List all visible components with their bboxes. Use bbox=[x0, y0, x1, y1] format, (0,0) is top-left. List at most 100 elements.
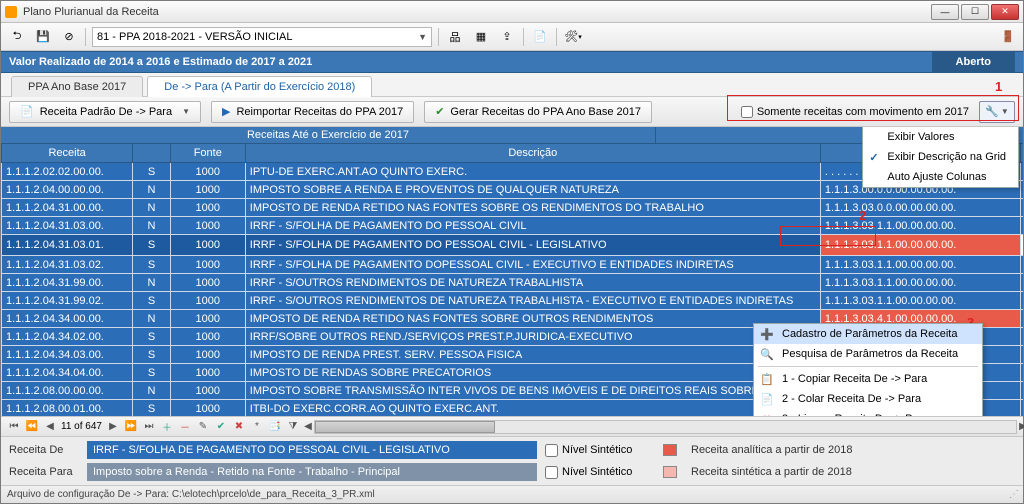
pager-edit[interactable]: ✎ bbox=[196, 420, 210, 434]
cell[interactable]: 1.1.1.2.04.31.99.02. bbox=[2, 292, 133, 310]
pager-add[interactable]: ＋ bbox=[160, 420, 174, 434]
cell[interactable]: IMPOSTO DE RENDA RETIDO NAS FONTES SOBRE… bbox=[245, 310, 820, 328]
scroll-left[interactable]: ◀ bbox=[301, 420, 315, 434]
tab-ppa-ano-base[interactable]: PPA Ano Base 2017 bbox=[11, 76, 143, 97]
cell[interactable]: ITBI-DO EXERC.CORR.AO QUINTO EXERC.ANT. bbox=[245, 400, 820, 417]
cell[interactable]: 1.1.1.2.04.34.00.00. bbox=[2, 310, 133, 328]
pager-filter[interactable]: ⧩ bbox=[286, 420, 300, 434]
context-menu[interactable]: ➕ Cadastro de Parâmetros da Receita 🔍 Pe… bbox=[753, 323, 983, 416]
maximize-button[interactable]: ☐ bbox=[961, 4, 989, 20]
save-icon[interactable]: 💾 bbox=[33, 27, 53, 47]
cell[interactable]: 1.1.1.2.04.31.99.00. bbox=[2, 274, 133, 292]
cell[interactable]: 1.1.1.2.04.31.00.00. bbox=[2, 199, 133, 217]
ppa-combo[interactable]: 81 - PPA 2018-2021 - VERSÃO INICIAL ▼ bbox=[92, 27, 432, 47]
ctx-cadastro-parametros[interactable]: ➕ Cadastro de Parâmetros da Receita bbox=[754, 324, 982, 344]
cell-actions[interactable] bbox=[1020, 364, 1023, 382]
cell[interactable]: S bbox=[133, 346, 171, 364]
somente-receitas-check[interactable]: Somente receitas com movimento em 2017 bbox=[741, 106, 969, 118]
gerar-receitas-button[interactable]: ✔ Gerar Receitas do PPA Ano Base 2017 bbox=[424, 101, 652, 123]
cell[interactable]: 1000 bbox=[170, 235, 245, 256]
col-receita[interactable]: Receita bbox=[2, 144, 133, 163]
cell[interactable]: 1000 bbox=[170, 274, 245, 292]
cell[interactable]: 1000 bbox=[170, 217, 245, 235]
pager-prev-page[interactable]: ⏪ bbox=[25, 420, 39, 434]
table-row[interactable]: 1.1.1.2.04.31.03.00.N1000IRRF - S/FOLHA … bbox=[2, 217, 1024, 235]
ctx-colar-receita[interactable]: 📄 2 - Colar Receita De -> Para bbox=[754, 389, 982, 409]
back-icon[interactable]: ⮌ bbox=[7, 27, 27, 47]
cell[interactable]: 1000 bbox=[170, 310, 245, 328]
ctx-copiar-receita[interactable]: 📋 1 - Copiar Receita De -> Para bbox=[754, 369, 982, 389]
pager-remove[interactable]: － bbox=[178, 420, 192, 434]
ctx-pesquisa-parametros[interactable]: 🔍 Pesquisa de Parâmetros da Receita bbox=[754, 344, 982, 364]
cell[interactable]: 1000 bbox=[170, 181, 245, 199]
nivel-sintetico-de[interactable]: Nível Sintético bbox=[545, 444, 655, 457]
cell[interactable]: IMPOSTO DE RENDAS SOBRE PRECATORIOS bbox=[245, 364, 820, 382]
cell[interactable]: S bbox=[133, 163, 171, 181]
col-gap[interactable] bbox=[1020, 144, 1023, 163]
cell[interactable]: 1000 bbox=[170, 256, 245, 274]
cell-actions[interactable] bbox=[1020, 292, 1023, 310]
table-row[interactable]: 1.1.1.2.04.31.03.01.S1000IRRF - S/FOLHA … bbox=[2, 235, 1024, 256]
cell[interactable]: 1.1.1.3.03.1.1.00.00.00.00. bbox=[820, 217, 1020, 235]
cell[interactable]: 1.1.1.2.04.31.03.01. bbox=[2, 235, 133, 256]
cell[interactable]: 1000 bbox=[170, 364, 245, 382]
pager-next-page[interactable]: ⏩ bbox=[124, 420, 138, 434]
cell-actions[interactable] bbox=[1020, 328, 1023, 346]
menu-exibir-descricao[interactable]: Exibir Descrição na Grid bbox=[863, 147, 1018, 167]
cell[interactable]: 1.1.1.3.03.0.0.00.00.00.00. bbox=[820, 199, 1020, 217]
cell[interactable]: IMPOSTO SOBRE A RENDA E PROVENTOS DE QUA… bbox=[245, 181, 820, 199]
cancel-icon[interactable]: ⊘ bbox=[59, 27, 79, 47]
table-row[interactable]: 1.1.1.2.04.31.03.02.S1000IRRF - S/FOLHA … bbox=[2, 256, 1024, 274]
cell-actions[interactable] bbox=[1020, 310, 1023, 328]
report-icon[interactable]: 📄 bbox=[530, 27, 550, 47]
cell[interactable]: 1.1.1.2.04.34.04.00. bbox=[2, 364, 133, 382]
view-options-button[interactable]: 🔧 ▼ bbox=[979, 101, 1015, 123]
cell[interactable]: 1.1.1.2.04.31.03.00. bbox=[2, 217, 133, 235]
tools-icon[interactable]: 🛠▾ bbox=[563, 27, 583, 47]
cell[interactable]: IRRF - S/OUTROS RENDIMENTOS DE NATUREZA … bbox=[245, 292, 820, 310]
pager-prev[interactable]: ◀ bbox=[43, 420, 57, 434]
close-button[interactable]: ✕ bbox=[991, 4, 1019, 20]
reimportar-button[interactable]: ▶ Reimportar Receitas do PPA 2017 bbox=[211, 101, 414, 123]
cell[interactable]: IMPOSTO DE RENDA PREST. SERV. PESSOA FIS… bbox=[245, 346, 820, 364]
cell[interactable]: N bbox=[133, 382, 171, 400]
cell[interactable]: 1.1.1.2.08.00.01.00. bbox=[2, 400, 133, 417]
ctx-limpar-receita[interactable]: ✖ 3 - Limpar Receita De -> Para bbox=[754, 409, 982, 416]
cell-actions[interactable] bbox=[1020, 181, 1023, 199]
pager-first[interactable]: ⏮ bbox=[7, 420, 21, 434]
cell[interactable]: 1000 bbox=[170, 199, 245, 217]
menu-auto-ajuste[interactable]: Auto Ajuste Colunas bbox=[863, 167, 1018, 187]
cell[interactable]: 1.1.1.2.02.02.00.00. bbox=[2, 163, 133, 181]
cell[interactable]: N bbox=[133, 181, 171, 199]
cell[interactable]: 1.1.1.2.04.34.02.00. bbox=[2, 328, 133, 346]
cell[interactable]: S bbox=[133, 292, 171, 310]
col-descricao[interactable]: Descrição bbox=[245, 144, 820, 163]
cell[interactable]: IMPOSTO SOBRE TRANSMISSÃO INTER VIVOS DE… bbox=[245, 382, 820, 400]
menu-exibir-valores[interactable]: Exibir Valores bbox=[863, 127, 1018, 147]
cell[interactable]: 1000 bbox=[170, 292, 245, 310]
checkbox[interactable] bbox=[741, 106, 753, 118]
col-sn[interactable] bbox=[133, 144, 171, 163]
scroll-right[interactable]: ▶ bbox=[1016, 420, 1024, 434]
cell[interactable]: N bbox=[133, 310, 171, 328]
pager-cancel-edit[interactable]: ✖ bbox=[232, 420, 246, 434]
pager-confirm[interactable]: ✔ bbox=[214, 420, 228, 434]
scroll-thumb[interactable] bbox=[315, 421, 495, 433]
cell[interactable]: IRRF - S/FOLHA DE PAGAMENTO DO PESSOAL C… bbox=[245, 235, 820, 256]
cell[interactable]: IRRF/SOBRE OUTROS REND./SERVIÇOS PREST.P… bbox=[245, 328, 820, 346]
cell[interactable]: IRRF - S/OUTROS RENDIMENTOS DE NATUREZA … bbox=[245, 274, 820, 292]
tree-icon[interactable]: 品 bbox=[445, 27, 465, 47]
pager-next[interactable]: ▶ bbox=[106, 420, 120, 434]
cell-actions[interactable] bbox=[1020, 346, 1023, 364]
pager-bookmark[interactable]: 📑 bbox=[268, 420, 282, 434]
grid-icon[interactable]: ▦ bbox=[471, 27, 491, 47]
cell[interactable]: IRRF - S/FOLHA DE PAGAMENTO DO PESSOAL C… bbox=[245, 217, 820, 235]
cell-actions[interactable] bbox=[1020, 199, 1023, 217]
cell-actions[interactable] bbox=[1020, 163, 1023, 181]
cell[interactable]: S bbox=[133, 328, 171, 346]
cell-actions[interactable] bbox=[1020, 256, 1023, 274]
cell[interactable]: S bbox=[133, 364, 171, 382]
cell[interactable]: N bbox=[133, 217, 171, 235]
cell[interactable]: 1000 bbox=[170, 328, 245, 346]
cell[interactable]: 1.1.1.2.08.00.00.00. bbox=[2, 382, 133, 400]
